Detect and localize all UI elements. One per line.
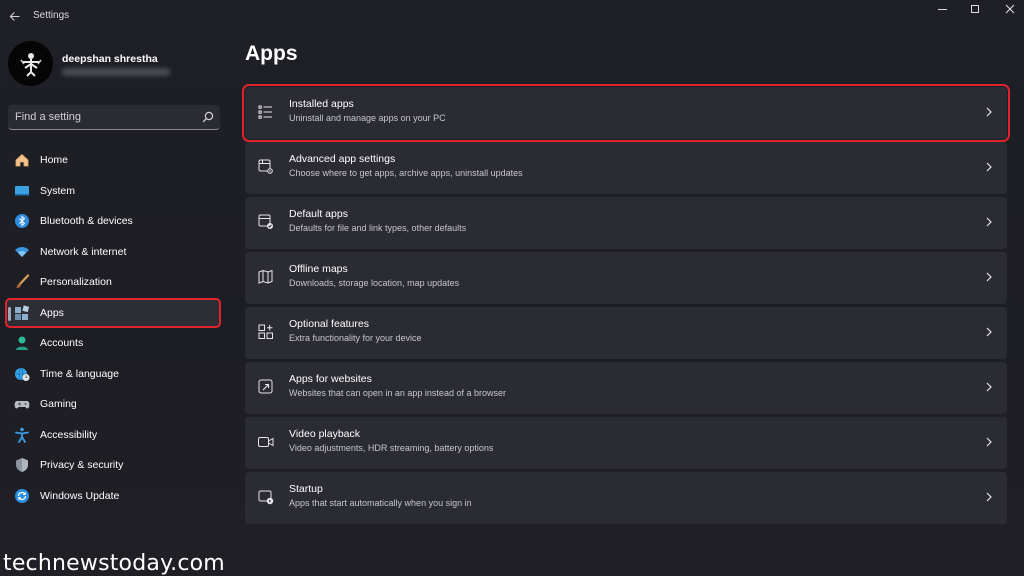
- back-arrow-icon: [9, 11, 20, 21]
- chevron-right-icon: [986, 492, 992, 502]
- user-email-redacted: [62, 68, 170, 76]
- grid-add-icon: [258, 324, 273, 339]
- chevron-right-icon: [986, 217, 992, 227]
- accessibility-icon: [14, 427, 30, 443]
- card-title: Video playback: [289, 428, 361, 440]
- maximize-icon: [971, 5, 979, 13]
- settings-window: Settings deepshan shrestha Home System: [0, 0, 1024, 576]
- avatar[interactable]: [8, 41, 53, 86]
- sidebar-item-label: System: [40, 185, 76, 197]
- person-icon: [14, 335, 30, 351]
- card-optional-features[interactable]: Optional features Extra functionality fo…: [245, 307, 1007, 359]
- sidebar-item-network[interactable]: Network & internet: [6, 238, 220, 266]
- card-title: Startup: [289, 483, 323, 495]
- home-icon: [14, 152, 30, 168]
- chevron-right-icon: [986, 162, 992, 172]
- sidebar-item-bluetooth[interactable]: Bluetooth & devices: [6, 207, 220, 235]
- card-subtitle: Downloads, storage location, map updates: [289, 278, 460, 288]
- card-subtitle: Choose where to get apps, archive apps, …: [289, 168, 523, 178]
- apps-icon: [14, 305, 30, 321]
- card-title: Installed apps: [289, 98, 354, 110]
- sidebar-item-label: Time & language: [40, 368, 119, 380]
- sidebar-item-label: Accounts: [40, 337, 84, 349]
- sidebar-item-personalization[interactable]: Personalization: [6, 268, 220, 296]
- sidebar-item-apps[interactable]: Apps: [5, 298, 221, 328]
- sidebar-item-label: Network & internet: [40, 246, 127, 258]
- sidebar-item-label: Windows Update: [40, 490, 120, 502]
- card-subtitle: Uninstall and manage apps on your PC: [289, 113, 446, 123]
- sidebar-item-gaming[interactable]: Gaming: [6, 390, 220, 418]
- card-subtitle: Video adjustments, HDR streaming, batter…: [289, 443, 494, 453]
- card-advanced-app-settings[interactable]: Advanced app settings Choose where to ge…: [245, 142, 1007, 194]
- sidebar-item-label: Apps: [40, 307, 64, 319]
- card-subtitle: Apps that start automatically when you s…: [289, 498, 472, 508]
- close-button[interactable]: [993, 0, 1024, 18]
- card-installed-apps[interactable]: Installed apps Uninstall and manage apps…: [242, 84, 1010, 142]
- maximize-button[interactable]: [958, 0, 992, 18]
- sidebar-item-label: Bluetooth & devices: [40, 215, 133, 227]
- card-title: Apps for websites: [289, 373, 372, 385]
- sidebar-item-label: Gaming: [40, 398, 77, 410]
- card-title: Optional features: [289, 318, 369, 330]
- page-title: Apps: [245, 42, 298, 65]
- minimize-icon: [937, 8, 947, 10]
- startup-icon: [258, 490, 274, 505]
- globe-clock-icon: [14, 366, 30, 382]
- minimize-button[interactable]: [925, 0, 959, 18]
- user-name: deepshan shrestha: [62, 53, 158, 65]
- sidebar-item-home[interactable]: Home: [6, 146, 220, 174]
- chevron-right-icon: [986, 272, 992, 282]
- back-button[interactable]: [4, 6, 24, 26]
- search-box[interactable]: [8, 105, 220, 130]
- sidebar-item-accessibility[interactable]: Accessibility: [6, 421, 220, 449]
- sidebar-item-accounts[interactable]: Accounts: [6, 329, 220, 357]
- sidebar-item-label: Home: [40, 154, 69, 166]
- map-icon: [258, 269, 273, 284]
- sidebar-item-system[interactable]: System: [6, 177, 220, 205]
- app-title: Settings: [33, 10, 70, 21]
- wifi-icon: [14, 244, 30, 260]
- brush-icon: [14, 274, 30, 290]
- selected-indicator: [8, 307, 11, 321]
- sidebar-item-label: Accessibility: [40, 429, 98, 441]
- shield-icon: [14, 457, 30, 473]
- card-default-apps[interactable]: Default apps Defaults for file and link …: [245, 197, 1007, 249]
- app-check-icon: [258, 214, 273, 229]
- title-bar: Settings: [0, 0, 1024, 32]
- chevron-right-icon: [986, 382, 992, 392]
- monitor-icon: [14, 183, 30, 199]
- card-offline-maps[interactable]: Offline maps Downloads, storage location…: [245, 252, 1007, 304]
- avatar-image: [19, 52, 42, 77]
- card-apps-for-websites[interactable]: Apps for websites Websites that can open…: [245, 362, 1007, 414]
- gamepad-icon: [14, 396, 30, 412]
- card-subtitle: Websites that can open in an app instead…: [289, 388, 506, 398]
- card-title: Advanced app settings: [289, 153, 396, 165]
- search-icon[interactable]: [201, 110, 215, 124]
- bluetooth-icon: [14, 213, 30, 229]
- sidebar-item-label: Personalization: [40, 276, 112, 288]
- app-gear-icon: [258, 159, 273, 174]
- open-link-icon: [258, 379, 273, 394]
- close-icon: [1005, 4, 1015, 14]
- sidebar-item-time-language[interactable]: Time & language: [6, 360, 220, 388]
- card-title: Offline maps: [289, 263, 348, 275]
- video-icon: [258, 437, 274, 447]
- search-input[interactable]: [8, 105, 198, 129]
- watermark: technewstoday.com: [3, 551, 225, 576]
- chevron-right-icon: [986, 107, 992, 117]
- card-subtitle: Defaults for file and link types, other …: [289, 223, 467, 233]
- update-icon: [14, 488, 30, 504]
- sidebar-item-label: Privacy & security: [40, 459, 124, 471]
- card-video-playback[interactable]: Video playback Video adjustments, HDR st…: [245, 417, 1007, 469]
- card-subtitle: Extra functionality for your device: [289, 333, 422, 343]
- sidebar-item-windows-update[interactable]: Windows Update: [6, 482, 220, 510]
- chevron-right-icon: [986, 327, 992, 337]
- list-icon: [258, 105, 272, 119]
- sidebar-item-privacy[interactable]: Privacy & security: [6, 451, 220, 479]
- card-startup[interactable]: Startup Apps that start automatically wh…: [245, 472, 1007, 524]
- chevron-right-icon: [986, 437, 992, 447]
- card-title: Default apps: [289, 208, 348, 220]
